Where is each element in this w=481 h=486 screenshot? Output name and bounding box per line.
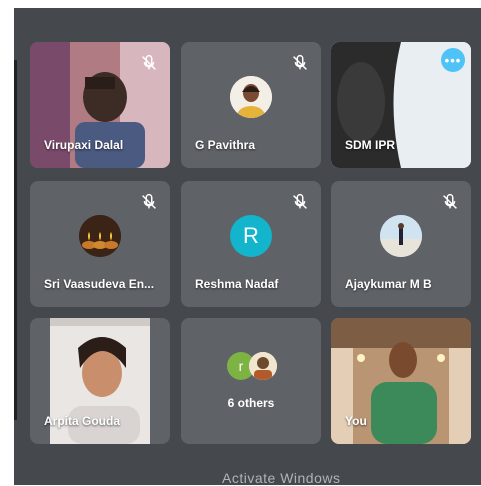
participant-tile-sdm-ipr[interactable]: ••• SDM IPR: [331, 42, 471, 168]
participant-tile-virupaxi-dalal[interactable]: Virupaxi Dalal: [30, 42, 170, 168]
mic-off-icon: [293, 54, 307, 70]
participant-name: You: [345, 414, 367, 428]
participant-name: G Pavithra: [195, 138, 256, 152]
avatar: [230, 76, 272, 119]
mini-avatar-photo: [249, 352, 277, 380]
more-options-button[interactable]: •••: [441, 48, 465, 72]
participant-name: SDM IPR: [345, 138, 396, 152]
mic-off-icon: [293, 193, 307, 209]
participant-tile-sri-vaasudeva[interactable]: Sri Vaasudeva En...: [30, 181, 170, 307]
participant-tile-reshma-nadaf[interactable]: R Reshma Nadaf: [181, 181, 321, 307]
profile-photo: [230, 76, 272, 119]
participant-tile-you[interactable]: You: [331, 318, 471, 444]
left-edge: [14, 60, 17, 420]
participant-name: Reshma Nadaf: [195, 277, 279, 291]
avatar: [79, 215, 121, 258]
mic-off-icon: [142, 54, 156, 70]
participant-tile-g-pavithra[interactable]: G Pavithra: [181, 42, 321, 168]
participant-name: Virupaxi Dalal: [44, 138, 124, 152]
others-count: 6 others: [227, 396, 275, 410]
windows-activation-watermark: Activate Windows: [222, 470, 341, 486]
diya-lamps-picture: [79, 215, 121, 258]
participant-name: Sri Vaasudeva En...: [44, 277, 155, 291]
profile-photo: [380, 215, 422, 258]
others-avatars: r: [227, 352, 281, 382]
participant-tile-ajaykumar[interactable]: Ajaykumar M B: [331, 181, 471, 307]
participant-tile-arpita-gouda[interactable]: Arpita Gouda: [30, 318, 170, 444]
participant-name: Ajaykumar M B: [345, 277, 432, 291]
avatar: [380, 215, 422, 258]
avatar: R: [230, 215, 272, 258]
participant-tile-others[interactable]: r 6 others: [181, 318, 321, 444]
mic-off-icon: [443, 193, 457, 209]
mic-off-icon: [142, 193, 156, 209]
participant-name: Arpita Gouda: [44, 414, 121, 428]
